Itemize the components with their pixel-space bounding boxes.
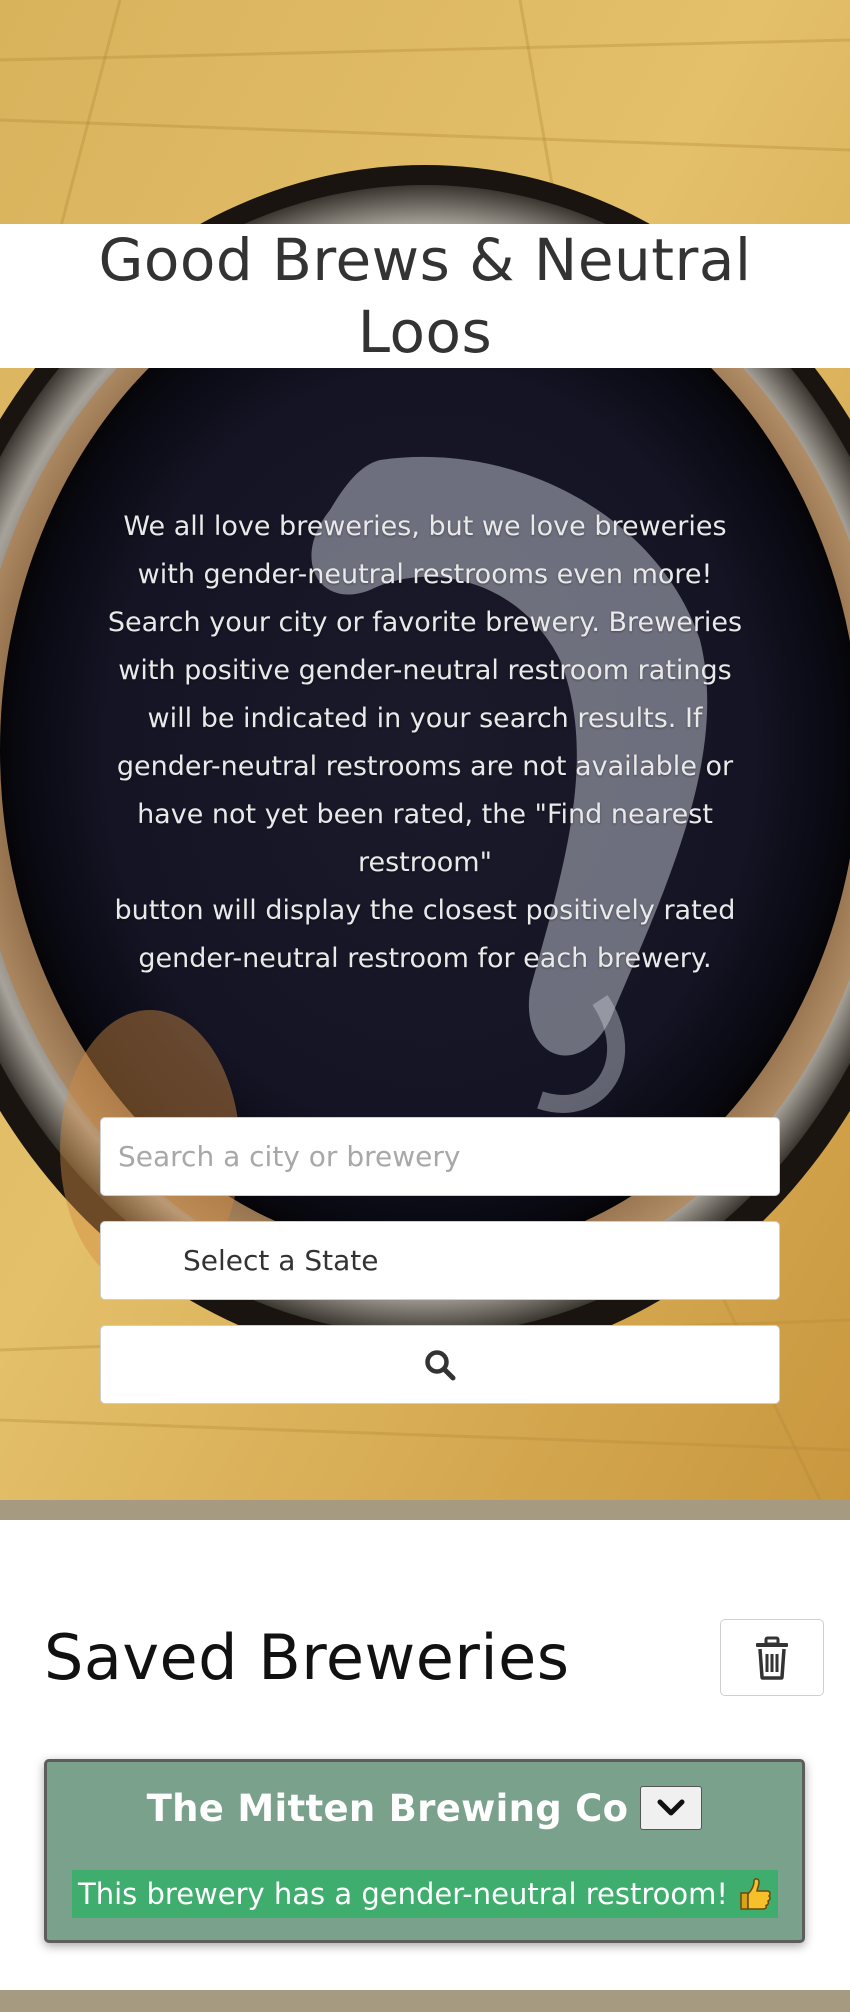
search-icon [425,1349,456,1380]
restroom-status-text: This brewery has a gender-neutral restro… [78,1877,728,1911]
state-select[interactable]: Select a State [100,1221,780,1300]
trash-icon [756,1636,788,1680]
search-form: Select a State [100,1117,780,1404]
saved-breweries-title: Saved Breweries [44,1621,570,1694]
search-input[interactable] [100,1117,780,1196]
intro-paragraph: We all love breweries, but we love brewe… [107,511,743,878]
page-title: Good Brews & Neutral Loos [98,226,752,366]
intro-text: We all love breweries, but we love brewe… [95,503,755,983]
expand-brewery-button[interactable] [640,1786,703,1830]
clear-saved-button[interactable] [720,1619,824,1696]
state-select-label: Select a State [183,1244,379,1277]
section-divider [0,1500,850,1520]
title-band: Good Brews & Neutral Loos [0,224,850,368]
search-button[interactable] [100,1325,780,1404]
saved-brewery-card: The Mitten Brewing Co This brewery has a… [44,1759,805,1943]
thumbs-up-icon [738,1877,772,1911]
chevron-down-icon [657,1799,685,1816]
brewery-name: The Mitten Brewing Co [146,1786,629,1830]
brewery-card-header: The Mitten Brewing Co [47,1786,802,1830]
hero-section: Good Brews & Neutral Loos We all love br… [0,0,850,1500]
restroom-status-banner: This brewery has a gender-neutral restro… [72,1870,778,1918]
intro-paragraph: button will display the closest positive… [114,895,736,974]
footer-divider [0,1990,850,2012]
